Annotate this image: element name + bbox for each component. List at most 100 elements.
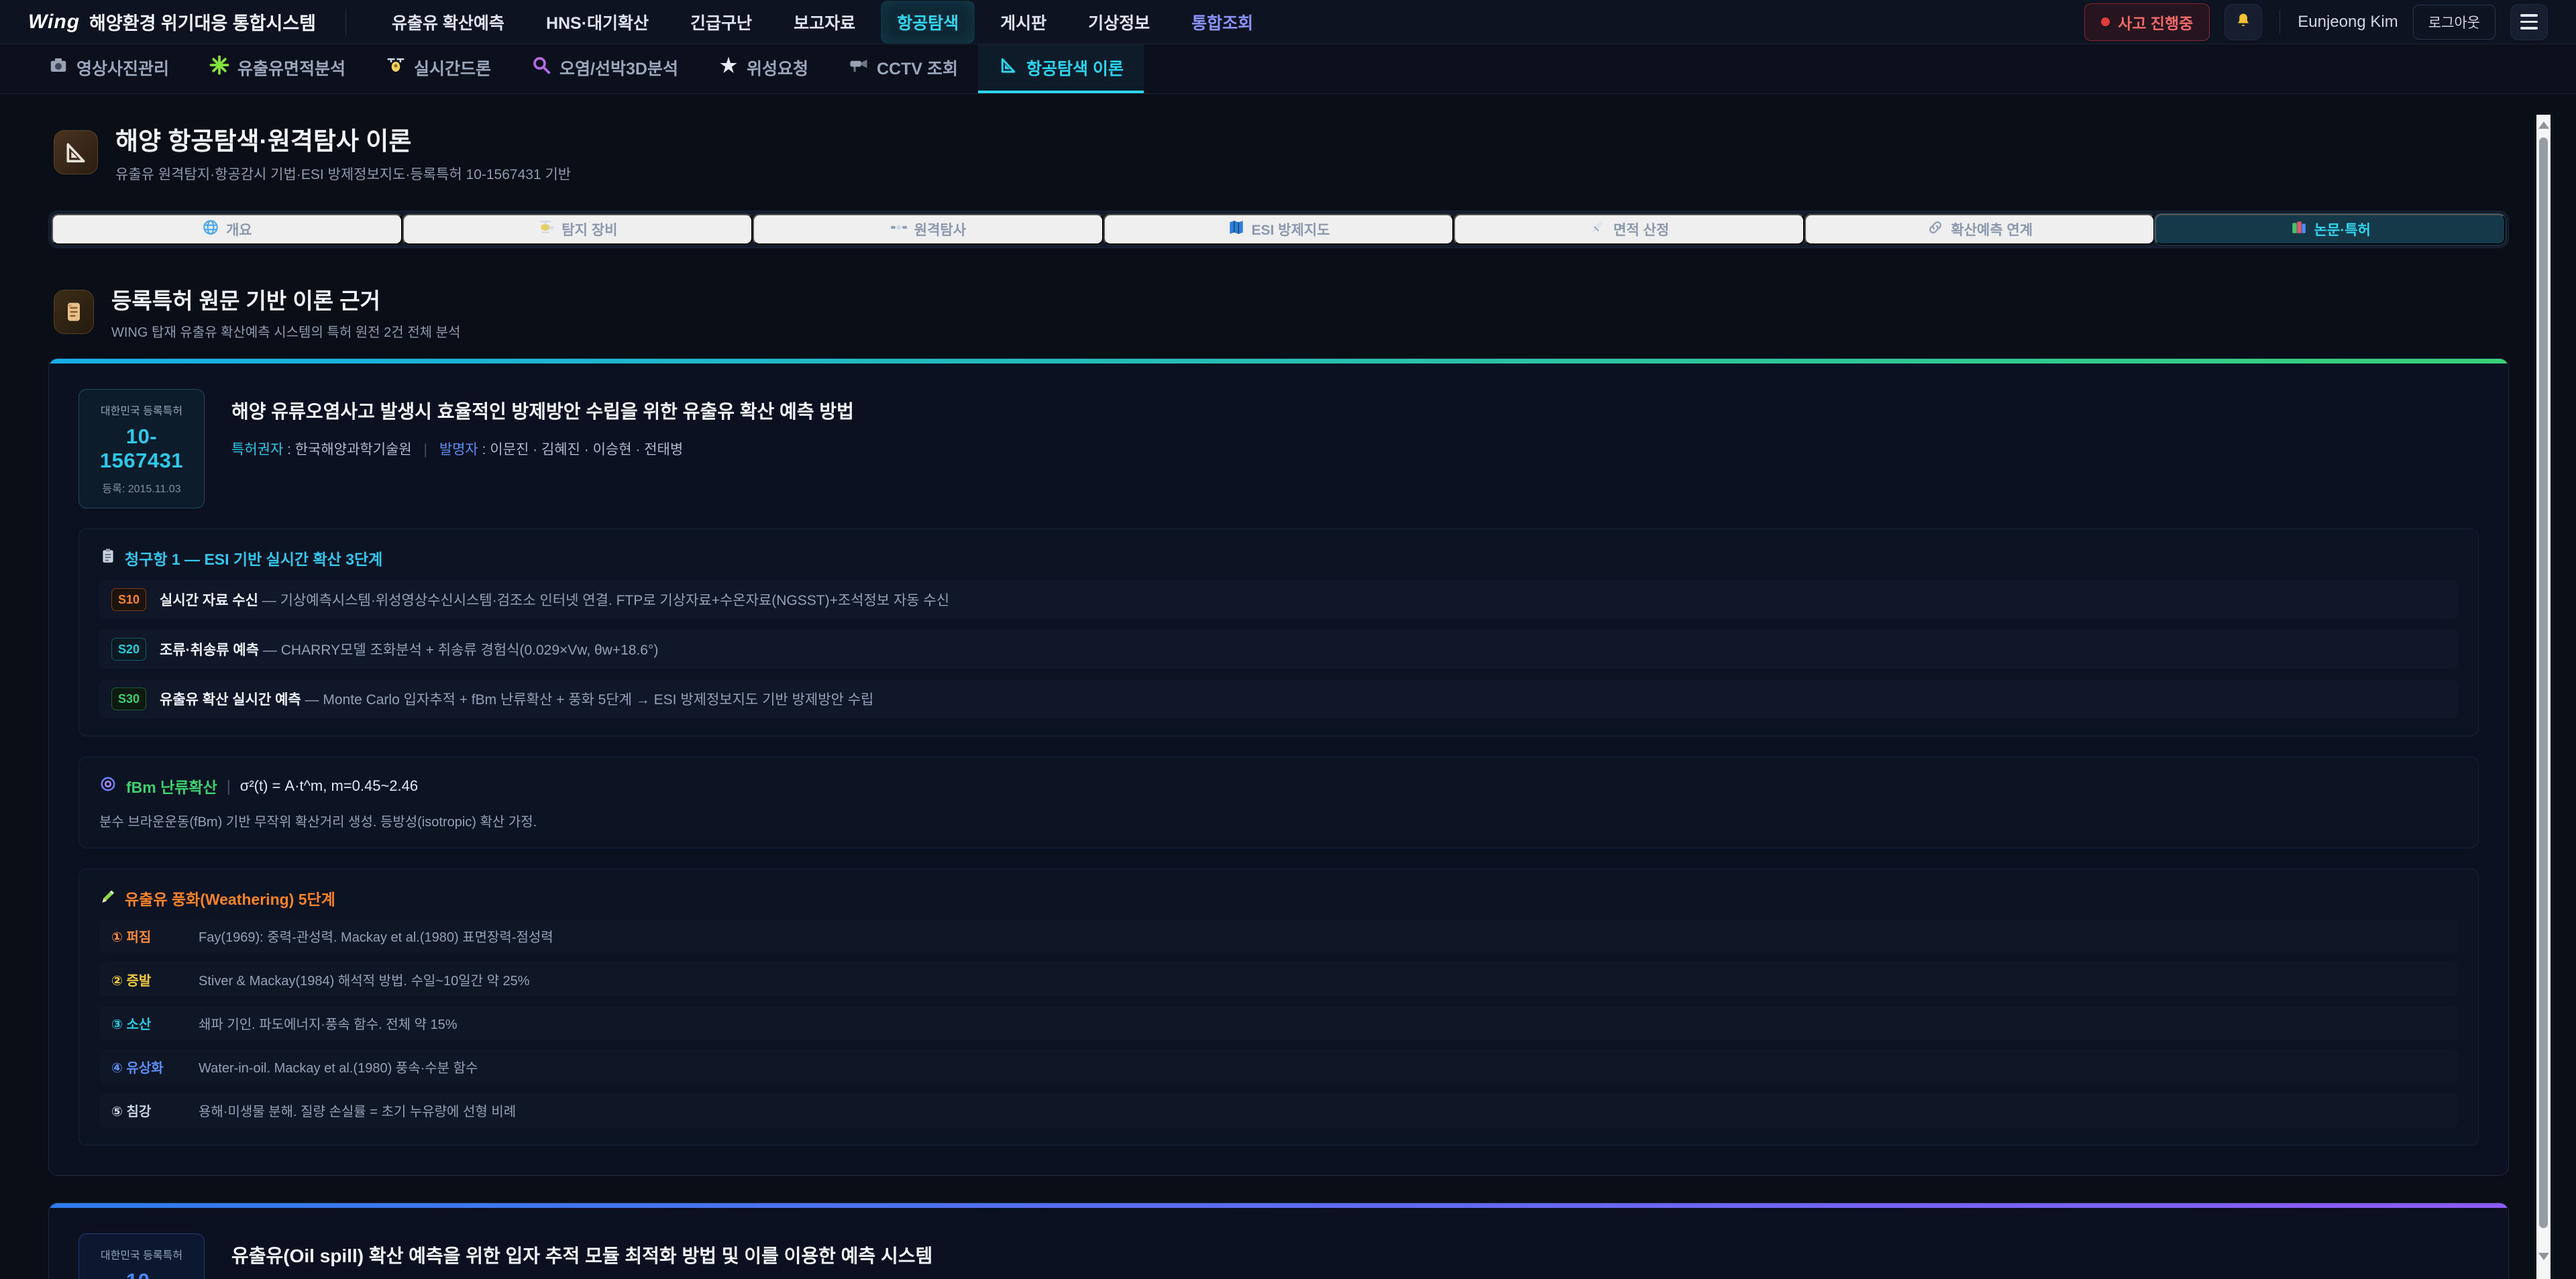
fbm-description: 분수 브라운운동(fBm) 기반 무작위 확산거리 생성. 등방성(isotro… (99, 811, 2458, 830)
clipboard-icon (99, 547, 117, 569)
weathering-header: 유출유 풍화(Weathering) 5단계 (99, 887, 2458, 909)
app-brand: Wing 해양환경 위기대응 통합시스템 (28, 9, 316, 35)
triangle-ruler-icon (998, 55, 1018, 80)
subtab-cctv-view[interactable]: CCTV 조회 (828, 44, 978, 93)
tab-remote-sensing[interactable]: 원격탐사 (753, 214, 1104, 245)
section-tabs: 개요 탐지 장비 원격탐사 ESI 방제지도 면적 산정 확산예측 연계 (48, 211, 2509, 248)
subtab-aerial-search-theory[interactable]: 항공탐색 이론 (978, 44, 1144, 93)
subtab-realtime-drone[interactable]: 실시간드론 (366, 44, 511, 93)
section-subtitle: WING 탑재 유출유 확산예측 시스템의 특허 원전 2건 전체 분석 (111, 321, 460, 341)
nav-aerial-search[interactable]: 항공탐색 (881, 1, 975, 44)
claim-panel: 청구항 1 — ESI 기반 실시간 확산 3단계 S10 실시간 자료 수신 … (78, 529, 2479, 736)
user-name: Eunjeong Kim (2298, 13, 2398, 32)
bell-icon (2234, 11, 2253, 32)
patent-card-1868791: 대한민국 등록특허 10-1868791 등록: 2018.06.12 유출유(… (48, 1203, 2509, 1279)
topnav-right: 사고 진행중 Eunjeong Kim 로그아웃 (2084, 3, 2548, 41)
patent2-header: 대한민국 등록특허 10-1868791 등록: 2018.06.12 유출유(… (78, 1233, 2479, 1279)
incident-label: 사고 진행중 (2118, 11, 2193, 34)
link-icon (1927, 219, 1944, 240)
fbm-title: fBm 난류확산 (126, 775, 217, 797)
incident-status-badge: 사고 진행중 (2084, 3, 2210, 41)
tab-area-calculation[interactable]: 면적 산정 (1454, 214, 1805, 245)
tab-esi-map[interactable]: ESI 방제지도 (1104, 214, 1454, 245)
page-subtitle: 유출유 원격탐지·항공감시 기법·ESI 방제정보지도·등록특허 10-1567… (115, 164, 571, 184)
wing-logo: Wing (28, 11, 80, 34)
tab-overview[interactable]: 개요 (52, 214, 402, 245)
scroll-icon (54, 290, 94, 334)
remote-satellite-icon (890, 219, 908, 240)
main-menu: 유출유 확산예측 HNS·대기확산 긴급구난 보고자료 항공탐색 게시판 기상정… (376, 1, 2084, 44)
fbm-formula: σ²(t) = A·t^m, m=0.45~2.46 (240, 777, 418, 795)
sub-navbar: 영상사진관리 유출유면적분석 실시간드론 오염/선박3D분석 위성요청 CCTV… (0, 44, 2576, 94)
patent1-meta: 특허권자 : 한국해양과학기술원 | 발명자 : 이문진 · 김혜진 · 이승현… (231, 439, 854, 459)
satellite-icon (718, 55, 739, 80)
patent-card-1567431: 대한민국 등록특허 10-1567431 등록: 2015.11.03 해양 유… (48, 358, 2509, 1176)
page-ruler-icon (54, 130, 98, 174)
weathering-row-dispersion: ③ 소산 쇄파 기인. 파도에너지·풍속 함수. 전체 약 15% (99, 1006, 2458, 1040)
page-header: 해양 항공탐색·원격탐사 이론 유출유 원격탐지·항공감시 기법·ESI 방제정… (54, 121, 2509, 184)
subtab-oil-area-analysis[interactable]: 유출유면적분석 (189, 44, 366, 93)
section-header: 등록특허 원문 기반 이론 근거 WING 탑재 유출유 확산예측 시스템의 특… (54, 283, 2509, 341)
fbm-panel: fBm 난류확산 | σ²(t) = A·t^m, m=0.45~2.46 분수… (78, 757, 2479, 848)
app-window: Wing 해양환경 위기대응 통합시스템 유출유 확산예측 HNS·대기확산 긴… (0, 0, 2576, 1279)
claim-step-s30: S30 유출유 확산 실시간 예측 — Monte Carlo 입자추적 + f… (99, 679, 2458, 718)
hamburger-icon (2520, 14, 2538, 30)
nav-emergency-rescue[interactable]: 긴급구난 (674, 1, 768, 44)
tab-papers-patents[interactable]: 논문·특허 (2155, 214, 2506, 245)
cctv-icon (849, 55, 869, 80)
claim-panel-header: 청구항 1 — ESI 기반 실시간 확산 3단계 (99, 547, 2458, 569)
subtab-image-photo-management[interactable]: 영상사진관리 (28, 44, 189, 93)
nav-hns-atmospheric[interactable]: HNS·대기확산 (530, 1, 665, 44)
incident-dot-icon (2101, 17, 2110, 26)
notifications-button[interactable] (2224, 4, 2262, 40)
scrollbar-down-arrow[interactable] (2538, 1253, 2549, 1260)
top-navbar: Wing 해양환경 위기대응 통합시스템 유출유 확산예측 HNS·대기확산 긴… (0, 0, 2576, 44)
nav-board[interactable]: 게시판 (984, 1, 1063, 44)
subtab-satellite-request[interactable]: 위성요청 (698, 44, 828, 93)
pen-icon (99, 887, 117, 909)
nav-integrated-search[interactable]: 통합조회 (1175, 1, 1269, 44)
page-title: 해양 항공탐색·원격탐사 이론 (115, 121, 571, 157)
globe-icon (202, 219, 219, 240)
section-title: 등록특허 원문 기반 이론 근거 (111, 283, 460, 315)
drone-icon (386, 55, 406, 80)
starburst-icon (209, 55, 229, 80)
logout-button[interactable]: 로그아웃 (2413, 5, 2496, 40)
patent2-title: 유출유(Oil spill) 확산 예측을 위한 입자 추적 모듈 최적화 방법… (231, 1241, 932, 1268)
magnifier-icon (531, 55, 551, 80)
scrollbar-thumb[interactable] (2539, 137, 2548, 1228)
patent1-header: 대한민국 등록특허 10-1567431 등록: 2015.11.03 해양 유… (78, 389, 2479, 508)
tab-detection-equipment[interactable]: 탐지 장비 (402, 214, 753, 245)
map-icon (1228, 219, 1245, 240)
main-content: 해양 항공탐색·원격탐사 이론 유출유 원격탐지·항공감시 기법·ESI 방제정… (0, 94, 2576, 1279)
claim-step-s20: S20 조류·취송류 예측 — CHARRY모델 조화분석 + 취송류 경험식(… (99, 630, 2458, 669)
patent2-number: 10-1868791 (86, 1269, 197, 1279)
card1-gradient-bar (49, 359, 2508, 364)
scrollbar-up-arrow[interactable] (2538, 121, 2549, 129)
app-title: 해양환경 위기대응 통합시스템 (89, 9, 316, 35)
weathering-row-emulsification: ④ 유상화 Water-in-oil. Mackay et al.(1980) … (99, 1050, 2458, 1084)
patent1-number: 10-1567431 (86, 425, 197, 473)
weathering-row-spreading: ① 퍼짐 Fay(1969): 중력-관성력. Mackay et al.(19… (99, 919, 2458, 953)
spiral-icon (99, 775, 117, 797)
weathering-panel: 유출유 풍화(Weathering) 5단계 ① 퍼짐 Fay(1969): 중… (78, 869, 2479, 1146)
nav-reports[interactable]: 보고자료 (777, 1, 871, 44)
page-scrollbar[interactable] (2536, 115, 2551, 1279)
camera-icon (48, 55, 68, 80)
weathering-row-sinking: ⑤ 침강 용해·미생물 분해. 질량 손실률 = 초기 누유량에 선형 비례 (99, 1093, 2458, 1127)
patent1-title: 해양 유류오염사고 발생시 효율적인 방제방안 수립을 위한 유출유 확산 예측… (231, 397, 854, 424)
nav-oil-spill-forecast[interactable]: 유출유 확산예측 (376, 1, 521, 44)
user-divider (2279, 10, 2280, 34)
blade-icon (1589, 219, 1607, 240)
menu-button[interactable] (2510, 4, 2548, 40)
brand-divider (345, 9, 346, 36)
tab-diffusion-link[interactable]: 확산예측 연계 (1805, 214, 2155, 245)
patent2-number-badge: 대한민국 등록특허 10-1868791 등록: 2018.06.12 (78, 1233, 205, 1279)
patent1-reg-date: 등록: 2015.11.03 (86, 480, 197, 496)
nav-weather-info[interactable]: 기상정보 (1072, 1, 1166, 44)
subtab-pollution-ship-3d[interactable]: 오염/선박3D분석 (511, 44, 698, 93)
patent1-number-badge: 대한민국 등록특허 10-1567431 등록: 2015.11.03 (78, 389, 205, 508)
weathering-row-evaporation: ② 증발 Stiver & Mackay(1984) 해석적 방법. 수일~10… (99, 962, 2458, 997)
books-icon (2290, 219, 2308, 240)
claim-step-s10: S10 실시간 자료 수신 — 기상예측시스템·위성영상수신시스템·검조소 인터… (99, 580, 2458, 619)
